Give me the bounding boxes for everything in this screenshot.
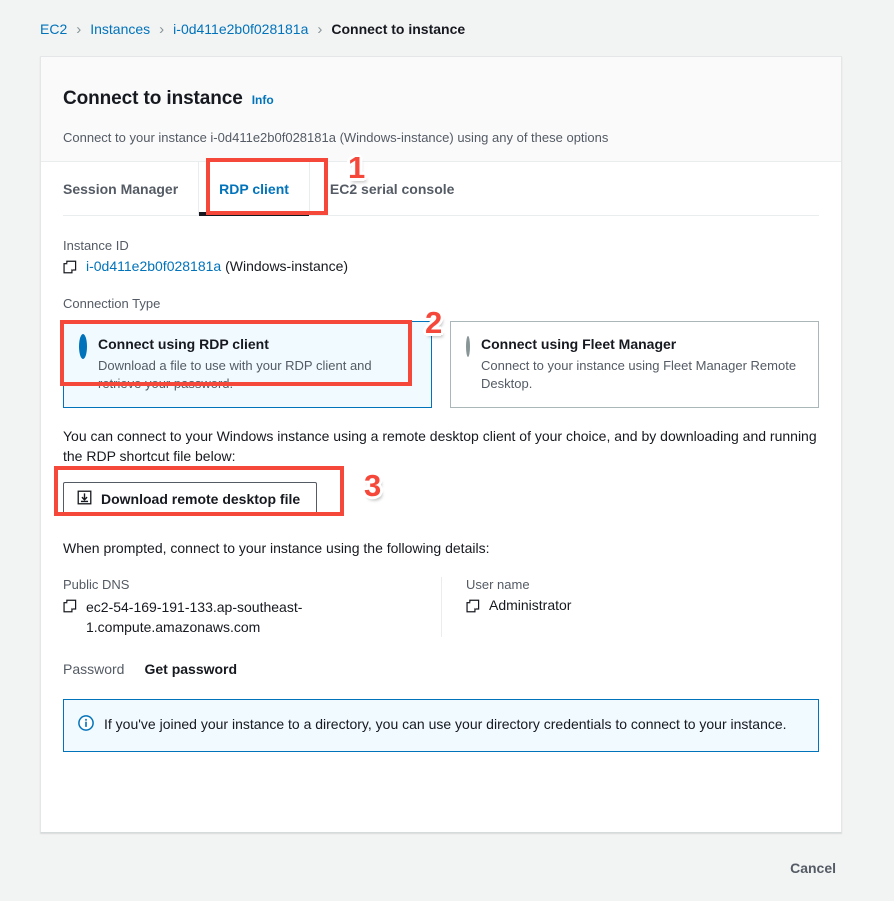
public-dns-label: Public DNS	[63, 576, 130, 592]
breadcrumb-separator-icon: ›	[159, 20, 165, 38]
connection-type-label: Connection Type	[63, 296, 161, 312]
copy-icon[interactable]	[63, 597, 77, 613]
breadcrumb-separator-icon: ›	[317, 20, 323, 38]
radio-card-rdp-client[interactable]: Connect using RDP client Download a file…	[63, 321, 432, 408]
instance-id-section: Instance ID i-0d411e2b0f028181a (Windows…	[63, 238, 819, 274]
instance-name-suffix: (Windows-instance)	[221, 258, 349, 275]
radio-card-title: Connect using Fleet Manager	[481, 336, 677, 353]
public-dns-value: ec2-54-169-191-133.ap-southeast-1.comput…	[86, 598, 303, 635]
info-circle-icon	[78, 714, 94, 736]
radio-indicator	[79, 334, 87, 360]
radio-button-rdp-client[interactable]	[79, 334, 87, 360]
connect-to-instance-card: Connect to instance Info Connect to your…	[40, 56, 842, 833]
rdp-instructions-paragraph: You can connect to your Windows instance…	[63, 427, 817, 465]
download-remote-desktop-file-button[interactable]: Download remote desktop file	[63, 482, 318, 517]
download-button-wrapper: Download remote desktop file	[63, 482, 819, 517]
breadcrumb-item-instances[interactable]: Instances	[90, 21, 150, 37]
breadcrumb-separator-icon: ›	[76, 20, 82, 38]
tab-ec2-serial-console[interactable]: EC2 serial console	[310, 162, 475, 215]
get-password-button[interactable]: Get password	[144, 661, 237, 677]
copy-icon[interactable]	[466, 597, 480, 613]
radio-card-description: Download a file to use with your RDP cli…	[98, 357, 372, 391]
user-name-value-row: Administrator	[466, 597, 795, 613]
radio-indicator	[466, 336, 470, 358]
tab-label: Session Manager	[63, 180, 179, 197]
breadcrumb-item-instance-id[interactable]: i-0d411e2b0f028181a	[173, 21, 308, 37]
tab-session-manager[interactable]: Session Manager	[63, 162, 198, 215]
download-icon	[77, 490, 92, 508]
card-body: Session Manager RDP client EC2 serial co…	[41, 162, 841, 772]
radio-card-description: Connect to your instance using Fleet Man…	[481, 357, 797, 391]
user-name-value: Administrator	[489, 596, 572, 613]
breadcrumb: EC2 › Instances › i-0d411e2b0f028181a › …	[40, 21, 465, 37]
info-link[interactable]: Info	[252, 93, 274, 107]
card-header: Connect to instance Info Connect to your…	[41, 57, 841, 163]
radio-button-fleet-manager[interactable]	[466, 336, 470, 358]
password-label: Password	[63, 661, 125, 678]
radio-card-title: Connect using RDP client	[98, 336, 269, 353]
tab-label: EC2 serial console	[329, 180, 455, 197]
tab-label: RDP client	[219, 180, 289, 197]
radio-card-fleet-manager[interactable]: Connect using Fleet Manager Connect to y…	[450, 321, 819, 408]
public-dns-column: Public DNS ec2-54-169-191-133.ap-southea…	[63, 577, 441, 638]
password-row: Password Get password	[63, 661, 819, 677]
card-description: Connect to your instance i-0d411e2b0f028…	[63, 130, 609, 146]
directory-info-alert: If you've joined your instance to a dire…	[63, 699, 819, 753]
cancel-button[interactable]: Cancel	[784, 856, 842, 880]
tab-rdp-client[interactable]: RDP client	[198, 162, 310, 217]
breadcrumb-item-current: Connect to instance	[331, 21, 466, 37]
page-title: Connect to instance	[63, 87, 243, 109]
copy-icon[interactable]	[63, 258, 77, 274]
instance-id-link[interactable]: i-0d411e2b0f028181a	[86, 258, 221, 274]
user-name-column: User name Administrator	[441, 576, 819, 638]
connection-type-radio-group: Connect using RDP client Download a file…	[63, 321, 819, 408]
instance-id-label: Instance ID	[63, 238, 129, 254]
breadcrumb-item-ec2[interactable]: EC2	[40, 21, 67, 37]
connection-details: Public DNS ec2-54-169-191-133.ap-southea…	[63, 576, 819, 638]
public-dns-value-row: ec2-54-169-191-133.ap-southeast-1.comput…	[63, 597, 417, 638]
alert-message: If you've joined your instance to a dire…	[104, 716, 787, 733]
connection-type-section: Connection Type Connect using RDP client…	[63, 296, 819, 408]
instance-id-value-row: i-0d411e2b0f028181a (Windows-instance)	[63, 258, 819, 274]
user-name-label: User name	[466, 576, 530, 592]
tab-list: Session Manager RDP client EC2 serial co…	[63, 162, 819, 217]
download-button-label: Download remote desktop file	[101, 491, 301, 508]
prompt-instructions-paragraph: When prompted, connect to your instance …	[63, 540, 490, 557]
